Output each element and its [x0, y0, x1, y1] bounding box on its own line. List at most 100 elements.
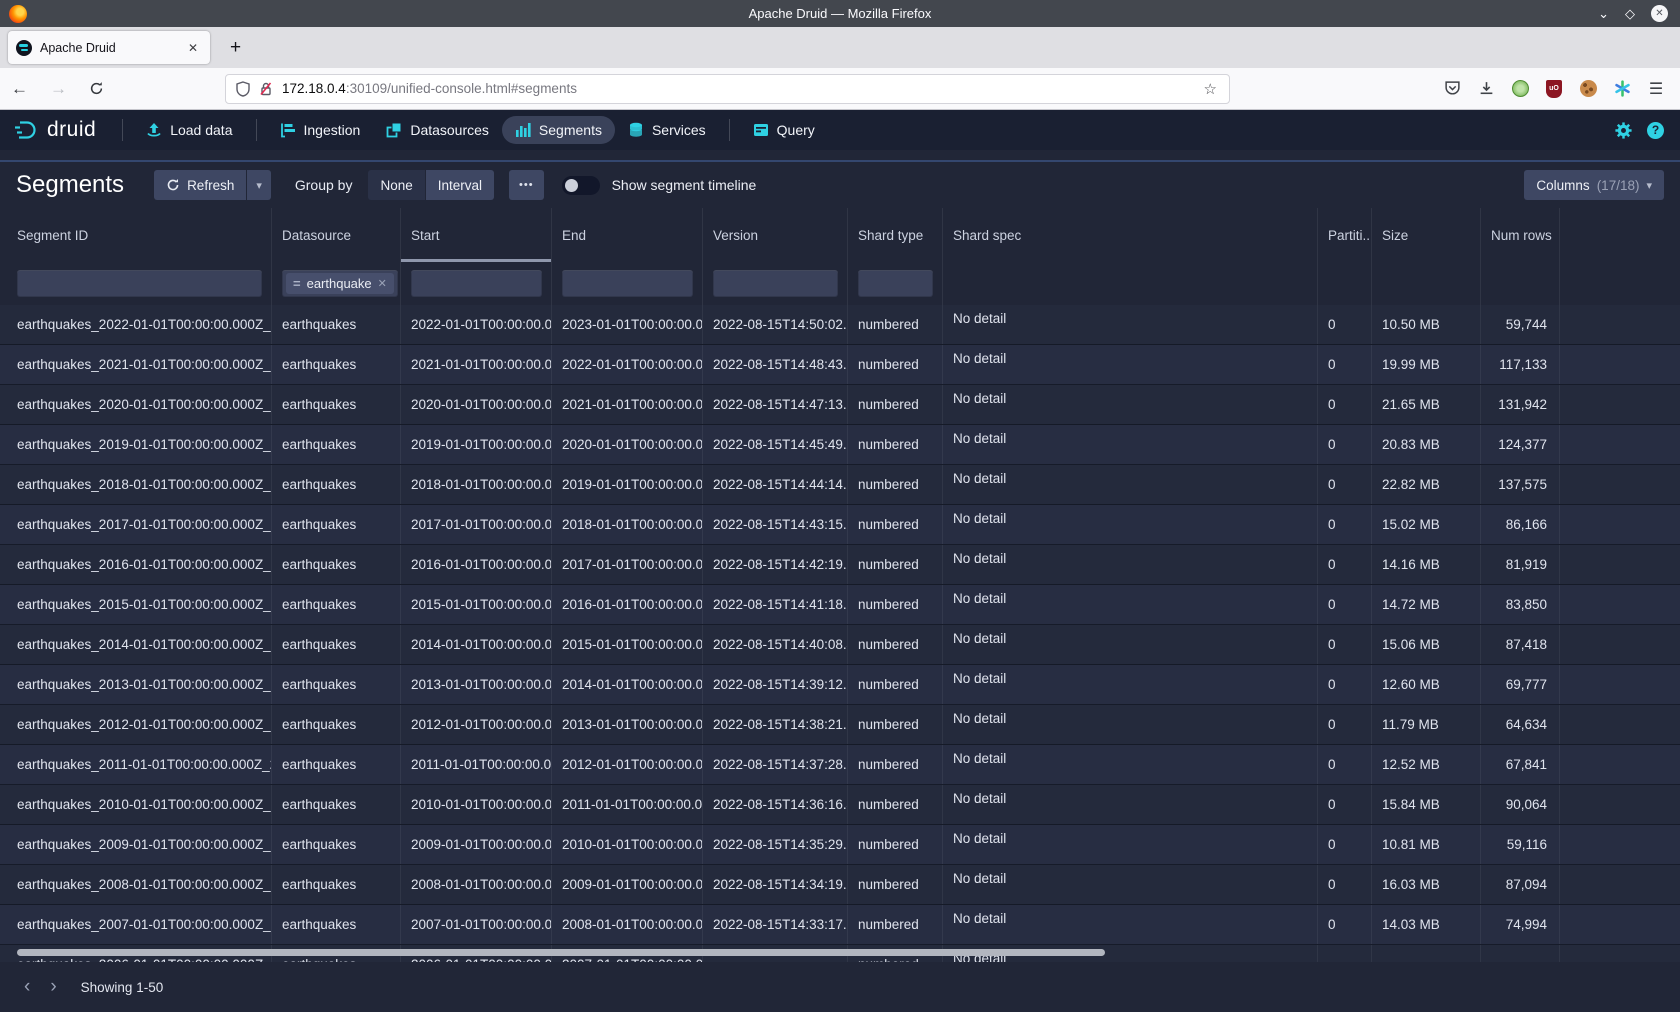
filter-input-version[interactable]	[713, 270, 838, 297]
cell-trailing	[1560, 905, 1680, 944]
horizontal-scrollbar[interactable]	[17, 949, 1105, 956]
nav-item-label: Datasources	[410, 122, 489, 138]
next-page-icon[interactable]: ›	[40, 974, 66, 1000]
column-header-partiti[interactable]: Partiti...	[1318, 208, 1372, 262]
url-bar[interactable]: 172.18.0.4:30109/unified-console.html#se…	[225, 74, 1230, 104]
cookie-extension-icon[interactable]	[1578, 79, 1598, 99]
table-row[interactable]: earthquakes_2008-01-01T00:00:00.000Z_2..…	[0, 865, 1680, 905]
reload-icon[interactable]	[78, 77, 115, 100]
back-icon[interactable]: ←	[0, 75, 39, 103]
column-header-version[interactable]: Version	[703, 208, 848, 262]
cell-trailing	[1560, 585, 1680, 624]
column-header-end[interactable]: End	[552, 208, 703, 262]
filter-input-datasource[interactable]: = earthquake ✕	[282, 270, 398, 297]
maximize-icon[interactable]: ◇	[1625, 7, 1635, 20]
new-tab-button[interactable]: +	[224, 37, 247, 59]
bookmark-star-icon[interactable]: ☆	[1202, 80, 1219, 98]
cell-end: 2016-01-01T00:00:00.0...	[552, 585, 703, 624]
insecure-lock-icon[interactable]	[259, 81, 273, 97]
cell-end: 2013-01-01T00:00:00.0...	[552, 705, 703, 744]
cell-num-rows: 117,133	[1481, 345, 1560, 384]
tab-strip: Apache Druid ✕ +	[0, 27, 1680, 68]
cell-size: 15.02 MB	[1372, 505, 1481, 544]
nav-item-datasources[interactable]: Datasources	[373, 116, 502, 144]
table-row[interactable]: earthquakes_2015-01-01T00:00:00.000Z_2..…	[0, 585, 1680, 625]
druid-logo[interactable]: druid	[0, 118, 112, 142]
remove-filter-icon[interactable]: ✕	[378, 277, 387, 290]
cell-end: 2008-01-01T00:00:00.0...	[552, 905, 703, 944]
url-text[interactable]: 172.18.0.4:30109/unified-console.html#se…	[282, 81, 1202, 96]
filter-input-segment-id[interactable]	[17, 270, 262, 297]
cell-trailing	[1560, 785, 1680, 824]
cell-start: 2017-01-01T00:00:00.0...	[401, 505, 552, 544]
prev-page-icon[interactable]: ‹	[14, 974, 40, 1000]
cell-end: 2022-01-01T00:00:00.0...	[552, 345, 703, 384]
cell-end: 2018-01-01T00:00:00.0...	[552, 505, 703, 544]
table-row[interactable]: earthquakes_2018-01-01T00:00:00.000Z_2..…	[0, 465, 1680, 505]
cell-datasource: earthquakes	[272, 385, 401, 424]
nav-item-services[interactable]: Services	[615, 116, 719, 144]
tracking-shield-icon[interactable]	[236, 81, 250, 97]
refresh-button[interactable]: Refresh	[154, 170, 246, 200]
column-header-size[interactable]: Size	[1372, 208, 1481, 262]
column-header-shard-type[interactable]: Shard type	[848, 208, 943, 262]
nav-item-label: Load data	[170, 122, 232, 138]
datasource-filter-chip[interactable]: = earthquake ✕	[286, 273, 394, 294]
more-options-button[interactable]: •••	[509, 170, 544, 200]
cell-shard-type: numbered	[848, 505, 943, 544]
cell-partition: 0	[1318, 385, 1372, 424]
group-by-interval-button[interactable]: Interval	[426, 170, 494, 200]
gear-icon[interactable]	[1614, 121, 1633, 140]
menu-icon[interactable]: ☰	[1646, 79, 1666, 99]
nav-item-segments[interactable]: Segments	[502, 116, 615, 144]
cell-trailing	[1560, 705, 1680, 744]
table-row[interactable]: earthquakes_2021-01-01T00:00:00.000Z_2..…	[0, 345, 1680, 385]
table-row[interactable]: earthquakes_2022-01-01T00:00:00.000Z_2..…	[0, 305, 1680, 345]
table-row[interactable]: earthquakes_2007-01-01T00:00:00.000Z_2..…	[0, 905, 1680, 945]
filter-input-shard-type[interactable]	[858, 270, 933, 297]
cell-partition: 0	[1318, 585, 1372, 624]
nav-item-ingestion[interactable]: Ingestion	[267, 116, 374, 144]
extension-green-icon[interactable]	[1510, 79, 1530, 99]
nav-item-query[interactable]: Query	[740, 116, 828, 144]
cell-end: 2014-01-01T00:00:00.0...	[552, 665, 703, 704]
table-row[interactable]: earthquakes_2010-01-01T00:00:00.000Z_2..…	[0, 785, 1680, 825]
column-header-datasource[interactable]: Datasource	[272, 208, 401, 262]
table-row[interactable]: earthquakes_2020-01-01T00:00:00.000Z_2..…	[0, 385, 1680, 425]
close-window-icon[interactable]: ✕	[1651, 5, 1668, 22]
column-header-shard-spec[interactable]: Shard spec	[943, 208, 1318, 262]
table-row[interactable]: earthquakes_2013-01-01T00:00:00.000Z_2..…	[0, 665, 1680, 705]
view-header: Segments Refresh ▾ Group by None Interva…	[0, 162, 1680, 208]
ublock-shield-icon[interactable]: uO	[1544, 79, 1564, 99]
refresh-caret-button[interactable]: ▾	[247, 170, 271, 200]
table-row[interactable]: earthquakes_2017-01-01T00:00:00.000Z_2..…	[0, 505, 1680, 545]
cell-num-rows: 81,919	[1481, 545, 1560, 584]
table-body: earthquakes_2022-01-01T00:00:00.000Z_2..…	[0, 305, 1680, 963]
column-header-num-rows[interactable]: Num rows	[1481, 208, 1560, 262]
table-row[interactable]: earthquakes_2012-01-01T00:00:00.000Z_2..…	[0, 705, 1680, 745]
browser-tab[interactable]: Apache Druid ✕	[8, 31, 210, 64]
segment-timeline-toggle[interactable]	[562, 176, 600, 195]
columns-button[interactable]: Columns (17/18) ▾	[1524, 170, 1664, 200]
downloads-icon[interactable]	[1476, 79, 1496, 99]
column-header-segment-id[interactable]: Segment ID	[0, 208, 272, 262]
table-row[interactable]: earthquakes_2009-01-01T00:00:00.000Z_2..…	[0, 825, 1680, 865]
cell-shard-spec: No detail	[943, 865, 1318, 904]
cell-trailing	[1560, 665, 1680, 704]
tab-close-icon[interactable]: ✕	[184, 39, 202, 57]
table-row[interactable]: earthquakes_2019-01-01T00:00:00.000Z_2..…	[0, 425, 1680, 465]
table-row[interactable]: earthquakes_2011-01-01T00:00:00.000Z_2..…	[0, 745, 1680, 785]
pocket-icon[interactable]	[1442, 79, 1462, 99]
column-header-start[interactable]: Start	[401, 208, 552, 262]
filter-input-start[interactable]	[411, 270, 542, 297]
group-by-none-button[interactable]: None	[368, 170, 424, 200]
nav-item-load-data[interactable]: Load data	[133, 116, 245, 144]
filter-input-end[interactable]	[562, 270, 693, 297]
table-row[interactable]: earthquakes_2014-01-01T00:00:00.000Z_2..…	[0, 625, 1680, 665]
cell-end: 2019-01-01T00:00:00.0...	[552, 465, 703, 504]
cell-shard-type: numbered	[848, 545, 943, 584]
minimize-icon[interactable]: ⌄	[1598, 7, 1609, 20]
extension-asterisk-icon[interactable]	[1612, 79, 1632, 99]
help-icon[interactable]: ?	[1647, 122, 1664, 139]
table-row[interactable]: earthquakes_2016-01-01T00:00:00.000Z_2..…	[0, 545, 1680, 585]
